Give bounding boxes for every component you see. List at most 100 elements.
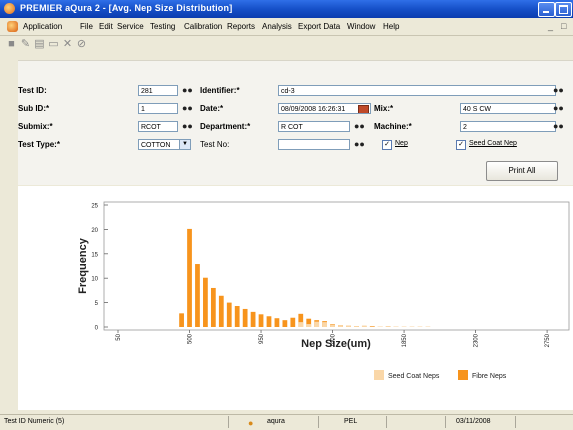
test-type-value: COTTON bbox=[141, 142, 170, 149]
bar-fibre-neps bbox=[267, 316, 272, 327]
mix-label: Mix:* bbox=[374, 104, 393, 113]
bar-seed-coat-neps bbox=[322, 322, 327, 327]
x-tick-label: 2750 bbox=[545, 333, 551, 347]
chart-panel: 0510152025 505009501400185023002750 Freq… bbox=[18, 186, 573, 410]
mix-field[interactable]: 40 S CW bbox=[460, 103, 556, 114]
menu-bar: Application File Edit Service Testing Ca… bbox=[0, 18, 573, 36]
y-axis-label: Frequency bbox=[77, 237, 89, 294]
minimize-button[interactable] bbox=[538, 2, 555, 17]
x-tick-label: 50 bbox=[116, 333, 122, 340]
seed-coat-nep-checkbox-label[interactable]: Seed Coat Nep bbox=[469, 140, 517, 147]
menu-testing[interactable]: Testing bbox=[150, 22, 175, 31]
bar-fibre-neps bbox=[211, 288, 216, 327]
legend-fibre-neps: Fibre Neps bbox=[472, 373, 507, 380]
edit-icon[interactable]: ✎ bbox=[20, 39, 31, 50]
save-icon[interactable]: ■ bbox=[6, 39, 17, 50]
bar-seed-coat-neps bbox=[386, 326, 391, 327]
calendar-icon[interactable] bbox=[358, 105, 369, 114]
menu-application[interactable]: Application bbox=[23, 22, 62, 31]
app-menu-icon[interactable] bbox=[7, 21, 18, 32]
status-date: 03/11/2008 bbox=[456, 418, 491, 425]
bar-seed-coat-neps bbox=[314, 322, 319, 327]
document-icon[interactable]: ▤ bbox=[34, 39, 45, 50]
machine-field[interactable]: 2 bbox=[460, 121, 556, 132]
nep-checkbox[interactable]: ✓ bbox=[382, 140, 392, 150]
chevron-down-icon[interactable]: ▼ bbox=[179, 140, 190, 149]
bar-seed-coat-neps bbox=[346, 326, 351, 327]
binoculars-icon[interactable]: ●● bbox=[182, 85, 193, 96]
status-divider bbox=[228, 416, 229, 428]
test-no-label: Test No: bbox=[200, 140, 229, 149]
x-axis-label: Nep Size(um) bbox=[301, 338, 371, 350]
x-tick-label: 1850 bbox=[402, 333, 408, 347]
submix-field[interactable]: RCOT bbox=[138, 121, 178, 132]
status-user: aqura bbox=[267, 418, 285, 425]
sub-id-field[interactable]: 1 bbox=[138, 103, 178, 114]
x-tick-label: 500 bbox=[188, 333, 194, 344]
child-minimize-icon[interactable]: _ bbox=[548, 21, 553, 31]
bar-fibre-neps bbox=[187, 229, 192, 327]
print-all-button[interactable]: Print All bbox=[486, 161, 558, 181]
y-tick-label: 5 bbox=[95, 301, 99, 307]
app-icon bbox=[4, 3, 15, 14]
plot-area bbox=[104, 202, 569, 330]
legend-swatch-fibre bbox=[458, 370, 468, 380]
window-title: PREMIER aQura 2 - [Avg. Nep Size Distrib… bbox=[20, 3, 232, 13]
bar-seed-coat-neps bbox=[306, 324, 311, 327]
status-divider bbox=[318, 416, 319, 428]
maximize-button[interactable] bbox=[555, 2, 572, 17]
menu-edit[interactable]: Edit bbox=[99, 22, 113, 31]
y-tick-label: 10 bbox=[91, 277, 98, 283]
bar-fibre-neps bbox=[259, 314, 264, 327]
binoculars-icon[interactable]: ●● bbox=[354, 121, 365, 132]
status-divider bbox=[386, 416, 387, 428]
toolbar: ■ ✎ ▤ ▭ ✕ ⊘ bbox=[0, 36, 573, 54]
status-divider bbox=[445, 416, 446, 428]
user-icon: ● bbox=[248, 418, 253, 428]
binoculars-icon[interactable]: ●● bbox=[354, 139, 365, 150]
binoculars-icon[interactable]: ●● bbox=[553, 121, 564, 132]
nep-checkbox-label[interactable]: Nep bbox=[395, 140, 408, 147]
status-bar: Test ID Numeric (5) ● aqura PEL 03/11/20… bbox=[0, 414, 573, 430]
bar-fibre-neps bbox=[203, 278, 208, 327]
cancel-icon[interactable]: ⊘ bbox=[76, 39, 87, 50]
menu-window[interactable]: Window bbox=[347, 22, 375, 31]
child-restore-icon[interactable]: □ bbox=[561, 21, 566, 31]
binoculars-icon[interactable]: ●● bbox=[182, 103, 193, 114]
print-preview-icon[interactable]: ▭ bbox=[48, 39, 59, 50]
binoculars-icon[interactable]: ●● bbox=[553, 85, 564, 96]
y-tick-label: 0 bbox=[95, 326, 99, 332]
legend-seed-coat-neps: Seed Coat Neps bbox=[388, 373, 440, 380]
x-tick-label: 950 bbox=[259, 333, 265, 344]
bar-fibre-neps bbox=[235, 306, 240, 327]
bar-fibre-neps bbox=[290, 318, 295, 327]
test-no-field[interactable] bbox=[278, 139, 350, 150]
menu-help[interactable]: Help bbox=[383, 22, 399, 31]
menu-file[interactable]: File bbox=[80, 22, 93, 31]
menu-service[interactable]: Service bbox=[117, 22, 144, 31]
status-left: Test ID Numeric (5) bbox=[4, 418, 64, 425]
bar-seed-coat-neps bbox=[354, 326, 359, 327]
test-id-field[interactable]: 281 bbox=[138, 85, 178, 96]
submix-label: Submix:* bbox=[18, 122, 53, 131]
date-value: 08/09/2008 16:26:31 bbox=[281, 106, 345, 113]
menu-export-data[interactable]: Export Data bbox=[298, 22, 340, 31]
bar-fibre-neps bbox=[179, 313, 184, 327]
date-field[interactable]: 08/09/2008 16:26:31 bbox=[278, 103, 371, 114]
test-id-label: Test ID: bbox=[18, 86, 47, 95]
test-type-select[interactable]: COTTON ▼ bbox=[138, 139, 191, 150]
menu-reports[interactable]: Reports bbox=[227, 22, 255, 31]
bar-fibre-neps bbox=[243, 309, 248, 327]
binoculars-icon[interactable]: ●● bbox=[553, 103, 564, 114]
seed-coat-nep-checkbox[interactable]: ✓ bbox=[456, 140, 466, 150]
binoculars-icon[interactable]: ●● bbox=[182, 121, 193, 132]
title-bar: PREMIER aQura 2 - [Avg. Nep Size Distrib… bbox=[0, 0, 573, 18]
menu-analysis[interactable]: Analysis bbox=[262, 22, 292, 31]
status-site: PEL bbox=[344, 418, 357, 425]
department-field[interactable]: R COT bbox=[278, 121, 350, 132]
delete-icon[interactable]: ✕ bbox=[62, 39, 73, 50]
menu-calibration[interactable]: Calibration bbox=[184, 22, 222, 31]
identifier-field[interactable]: cd-3 bbox=[278, 85, 556, 96]
test-form-panel: Test ID: 281 ●● Identifier:* cd-3 ●● Sub… bbox=[18, 60, 573, 185]
bar-seed-coat-neps bbox=[362, 326, 367, 327]
